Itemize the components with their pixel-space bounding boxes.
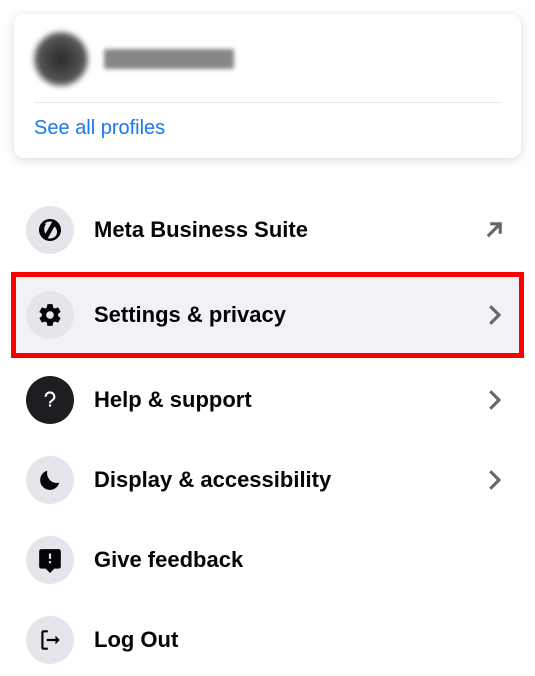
menu-item-label: Give feedback [94, 547, 509, 573]
menu-item-label: Log Out [94, 627, 509, 653]
menu-item-give-feedback[interactable]: Give feedback [16, 524, 519, 596]
feedback-icon [26, 536, 74, 584]
external-link-icon [479, 215, 509, 245]
moon-icon [26, 456, 74, 504]
menu-item-log-out[interactable]: Log Out [16, 604, 519, 676]
menu-item-label: Display & accessibility [94, 467, 479, 493]
question-icon [26, 376, 74, 424]
meta-business-icon [26, 206, 74, 254]
profile-name [104, 49, 234, 69]
menu-item-display-accessibility[interactable]: Display & accessibility [16, 444, 519, 516]
menu-item-label: Help & support [94, 387, 479, 413]
menu-item-meta-business[interactable]: Meta Business Suite [16, 194, 519, 266]
menu-item-label: Meta Business Suite [94, 217, 479, 243]
profile-card: See all profiles [14, 14, 521, 158]
menu-item-settings-privacy[interactable]: Settings & privacy [11, 272, 524, 358]
chevron-right-icon [479, 300, 509, 330]
account-menu: Meta Business Suite Settings & privacy H… [14, 194, 521, 676]
gear-icon [26, 291, 74, 339]
logout-icon [26, 616, 74, 664]
avatar [34, 32, 88, 86]
chevron-right-icon [479, 385, 509, 415]
menu-item-label: Settings & privacy [94, 302, 479, 328]
menu-item-help-support[interactable]: Help & support [16, 364, 519, 436]
profile-row[interactable] [34, 32, 501, 103]
see-all-profiles-link[interactable]: See all profiles [34, 117, 501, 140]
chevron-right-icon [479, 465, 509, 495]
